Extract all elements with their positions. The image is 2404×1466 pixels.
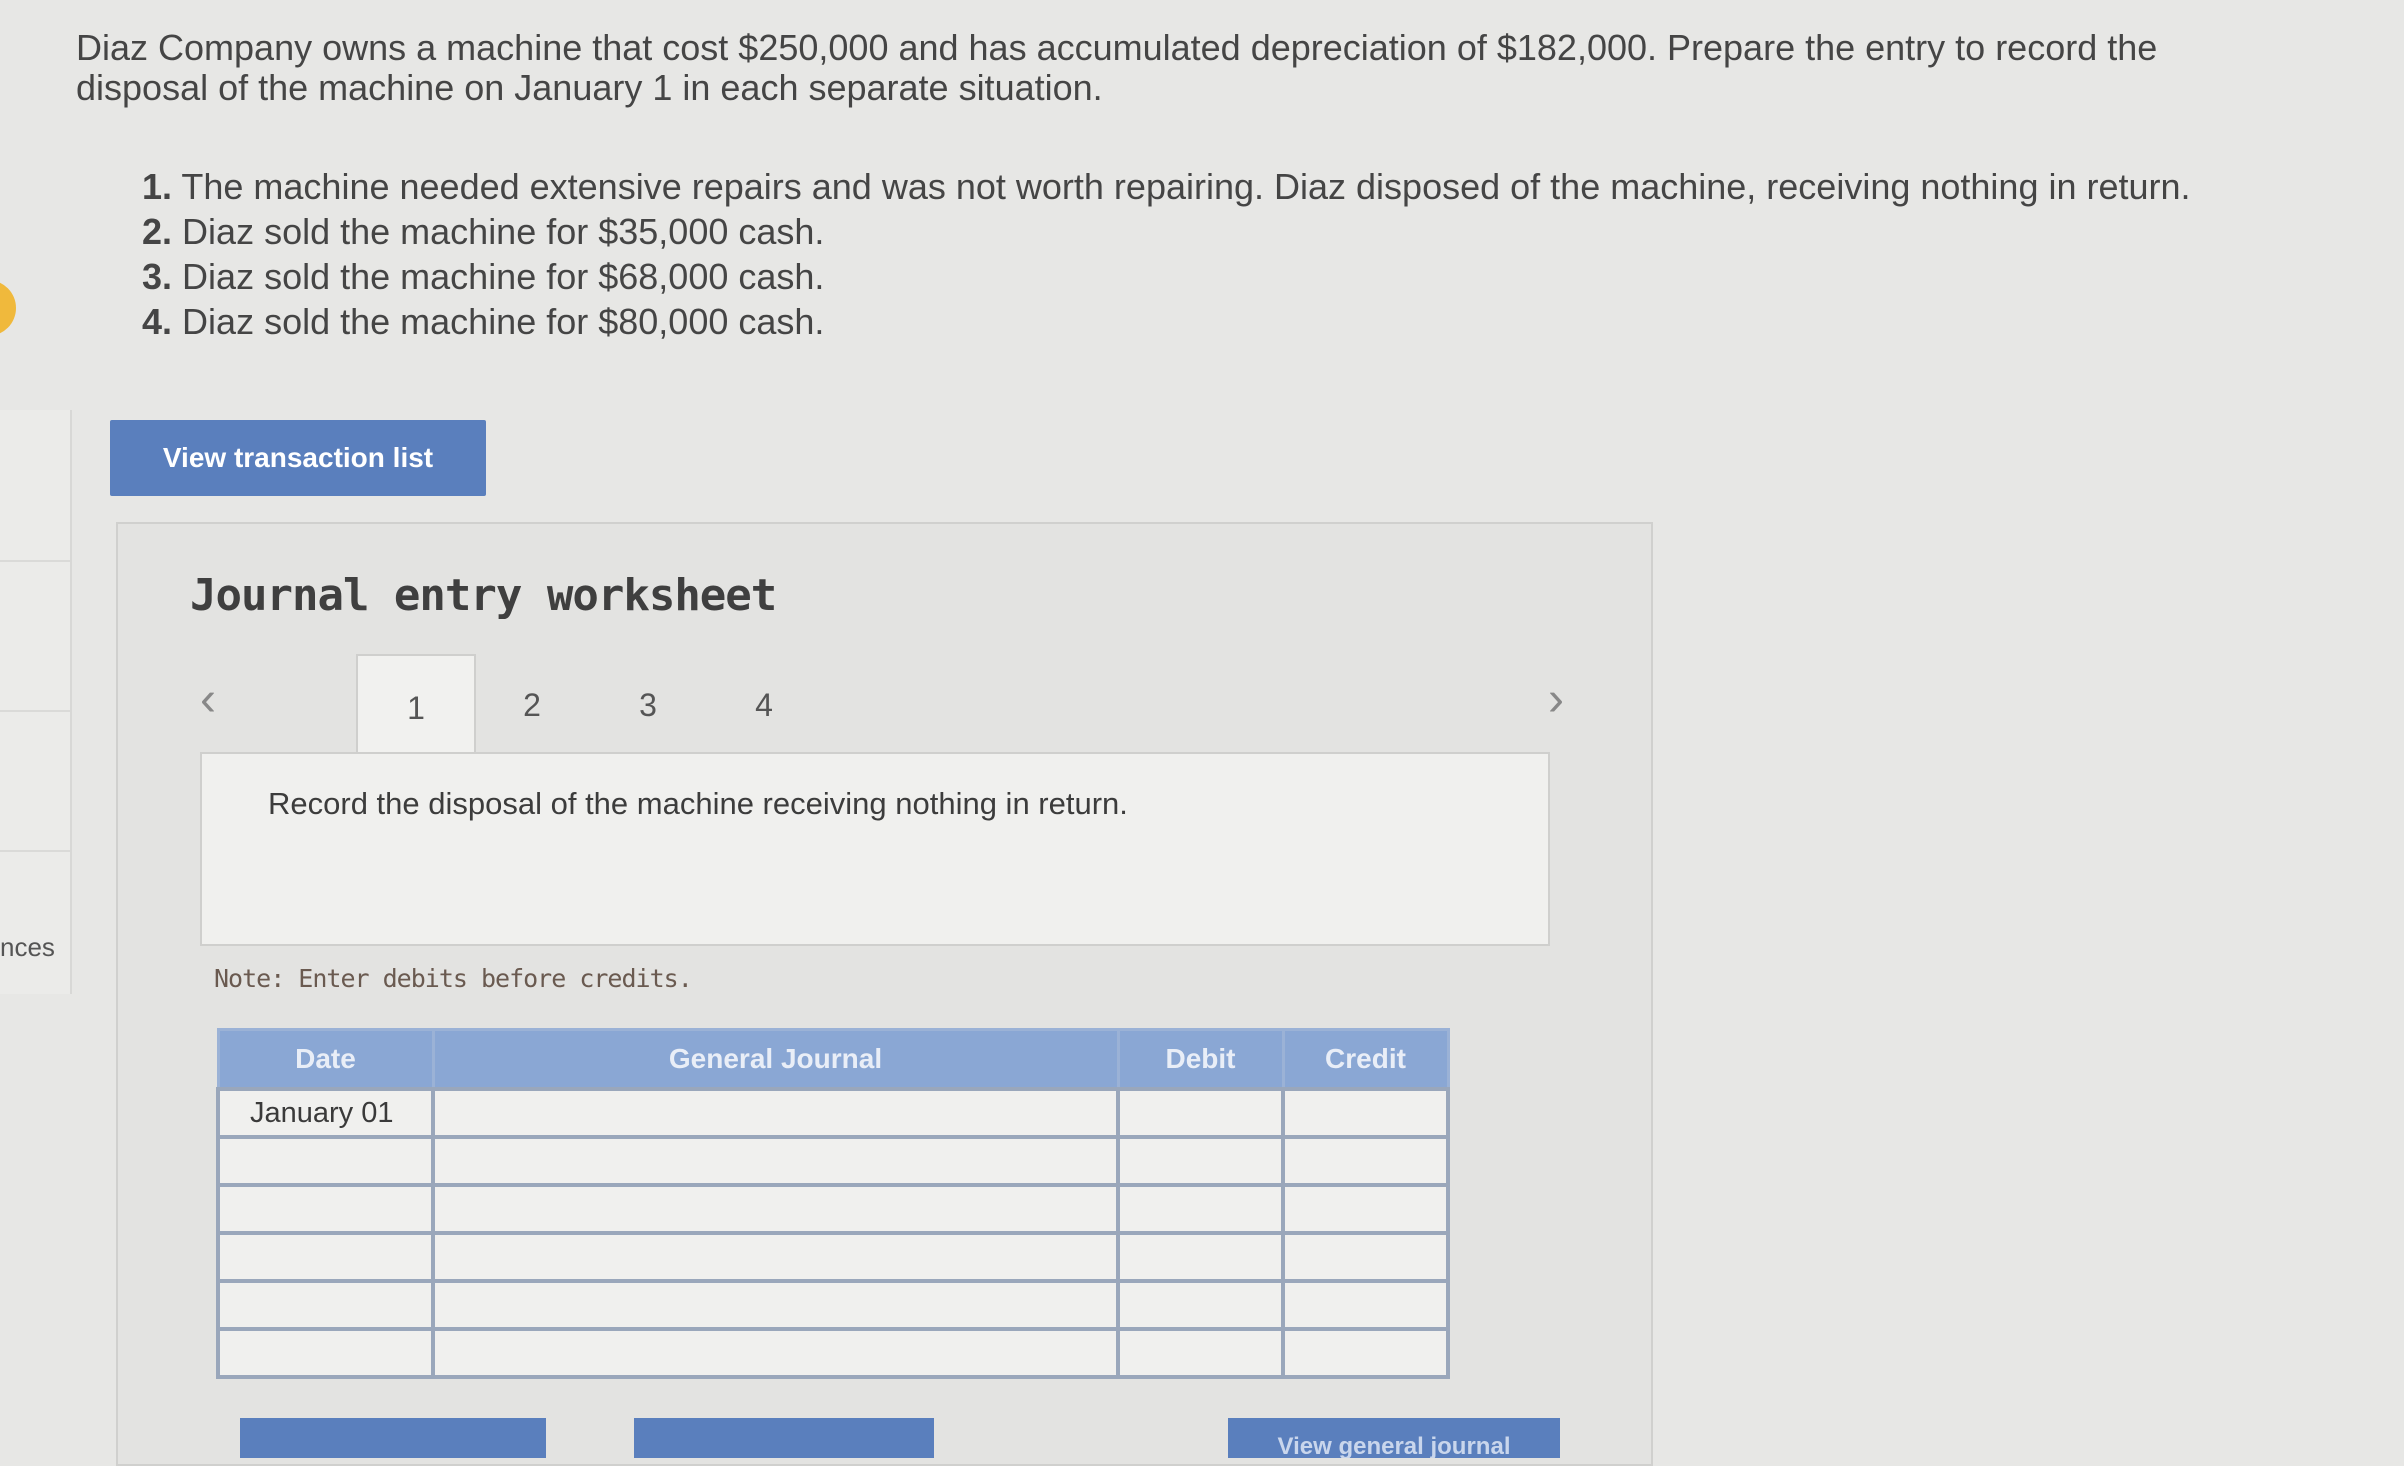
date-cell[interactable] [216, 1135, 435, 1187]
situation-item: 4. Diaz sold the machine for $80,000 cas… [142, 301, 825, 342]
table-row [216, 1231, 1450, 1283]
date-cell[interactable] [216, 1279, 435, 1331]
account-cell[interactable] [431, 1231, 1120, 1283]
debit-cell[interactable] [1116, 1135, 1285, 1187]
sidebar-strip [0, 410, 72, 994]
date-cell[interactable] [216, 1327, 435, 1379]
debit-cell[interactable] [1116, 1183, 1285, 1235]
account-cell[interactable] [431, 1183, 1120, 1235]
table-row [216, 1183, 1450, 1235]
credit-cell[interactable] [1281, 1183, 1450, 1235]
progress-badge [0, 280, 16, 336]
table-row [216, 1135, 1450, 1187]
situation-item: 2. Diaz sold the machine for $35,000 cas… [142, 211, 825, 252]
situation-item: 3. Diaz sold the machine for $68,000 cas… [142, 256, 825, 297]
chevron-right-icon[interactable]: › [1548, 672, 1564, 727]
journal-entry-worksheet: Journal entry worksheet ‹ › 1 2 3 4 Reco… [116, 522, 1653, 1466]
column-header-debit: Debit [1116, 1028, 1285, 1091]
debit-cell[interactable] [1116, 1231, 1285, 1283]
clear-entry-button[interactable] [634, 1418, 934, 1458]
column-header-general-journal: General Journal [431, 1028, 1120, 1091]
account-cell[interactable] [431, 1279, 1120, 1331]
date-cell[interactable] [216, 1231, 435, 1283]
table-row [216, 1327, 1450, 1379]
record-entry-button[interactable] [240, 1418, 546, 1458]
instruction-box [200, 752, 1550, 946]
tab-2[interactable]: 2 [474, 656, 590, 754]
entry-tabs: 1 2 3 4 [198, 654, 1538, 760]
instruction-text: Record the disposal of the machine recei… [268, 786, 1128, 821]
view-general-journal-button[interactable]: View general journal [1228, 1418, 1560, 1458]
tab-4[interactable]: 4 [706, 656, 822, 754]
credit-cell[interactable] [1281, 1231, 1450, 1283]
table-row: January 01 [216, 1087, 1450, 1139]
worksheet-title: Journal entry worksheet [190, 570, 777, 621]
debit-cell[interactable] [1116, 1087, 1285, 1139]
journal-table: Date General Journal Debit Credit Januar… [216, 1028, 1450, 1379]
credit-cell[interactable] [1281, 1135, 1450, 1187]
problem-prompt: Diaz Company owns a machine that cost $2… [76, 27, 2158, 108]
view-transaction-list-button[interactable]: View transaction list [110, 420, 486, 496]
debit-cell[interactable] [1116, 1327, 1285, 1379]
sidebar-label: nces [0, 932, 55, 962]
credit-cell[interactable] [1281, 1327, 1450, 1379]
column-header-date: Date [216, 1028, 435, 1091]
account-cell[interactable] [431, 1135, 1120, 1187]
credit-cell[interactable] [1281, 1279, 1450, 1331]
tab-3[interactable]: 3 [590, 656, 706, 754]
table-row [216, 1279, 1450, 1331]
date-cell[interactable]: January 01 [216, 1087, 435, 1139]
account-cell[interactable] [431, 1327, 1120, 1379]
account-cell[interactable] [431, 1087, 1120, 1139]
situation-item: 1. The machine needed extensive repairs … [142, 166, 2191, 207]
debit-cell[interactable] [1116, 1279, 1285, 1331]
date-cell[interactable] [216, 1183, 435, 1235]
column-header-credit: Credit [1281, 1028, 1450, 1091]
entry-note: Note: Enter debits before credits. [214, 964, 693, 993]
tab-1[interactable]: 1 [356, 654, 476, 760]
situation-list: 1. The machine needed extensive repairs … [142, 164, 2191, 344]
credit-cell[interactable] [1281, 1087, 1450, 1139]
